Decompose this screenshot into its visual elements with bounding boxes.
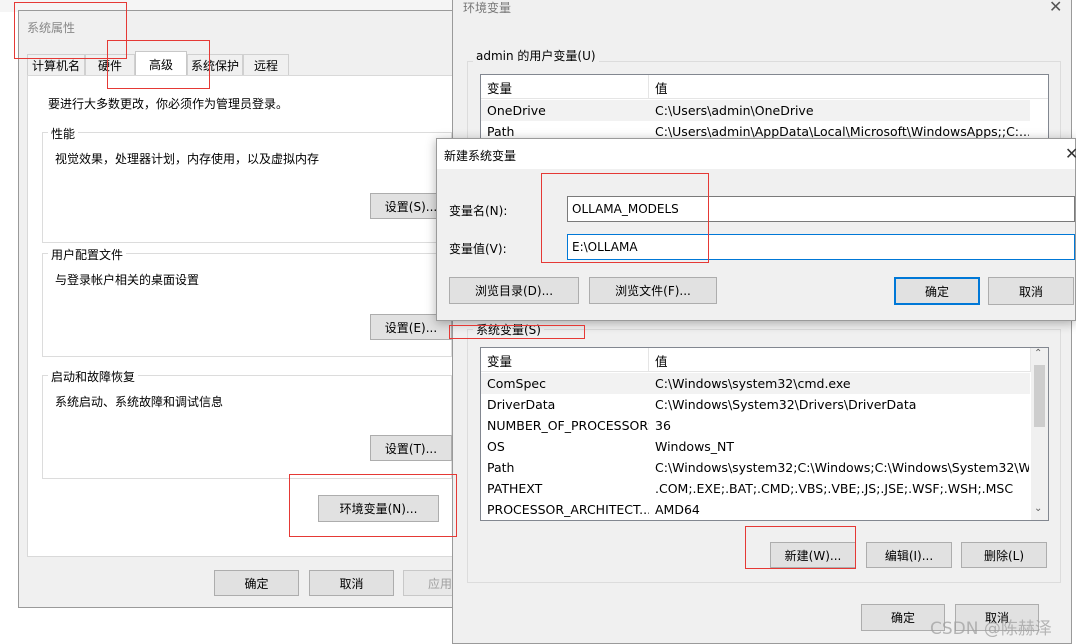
variable-value: C:\Windows\system32\cmd.exe [655, 376, 851, 391]
user-variables-title: admin 的用户变量(U) [473, 47, 599, 64]
highlight-advanced-tab [107, 40, 210, 89]
variable-name-label: 变量名(N): [449, 204, 508, 218]
system-variables-list[interactable]: 变量 值 ComSpec C:\Windows\system32\cmd.exe… [480, 347, 1049, 521]
startup-settings-button[interactable]: 设置(T)... [370, 435, 452, 461]
variable-name: OneDrive [487, 103, 546, 118]
admin-note: 要进行大多数更改，你必须作为管理员登录。 [48, 97, 289, 111]
list-item[interactable]: ComSpec C:\Windows\system32\cmd.exe [481, 373, 1030, 394]
scroll-down-icon[interactable]: ⌄ [1034, 503, 1042, 514]
user-profiles-group [42, 253, 452, 357]
highlight-system-variables [449, 325, 585, 339]
close-icon[interactable]: ✕ [1049, 0, 1062, 16]
startup-recovery-desc: 系统启动、系统故障和调试信息 [55, 395, 224, 409]
new-system-variable-dialog: 新建系统变量 ✕ 变量名(N): OLLAMA_MODELS 变量值(V): E… [436, 138, 1076, 321]
vertical-scrollbar[interactable]: ⌃ ⌄ [1031, 348, 1048, 520]
window-title: 环境变量 [463, 1, 512, 15]
list-item[interactable]: PATHEXT .COM;.EXE;.BAT;.CMD;.VBS;.VBE;.J… [481, 478, 1030, 499]
tab-remote[interactable]: 远程 [243, 54, 289, 76]
variable-name: ComSpec [487, 376, 546, 391]
variable-value: C:\Windows\system32;C:\Windows;C:\Window… [655, 460, 1029, 475]
browse-file-button[interactable]: 浏览文件(F)... [589, 277, 717, 304]
list-item[interactable]: OneDrive C:\Users\admin\OneDrive [481, 100, 1030, 121]
close-icon[interactable]: ✕ [1065, 144, 1076, 163]
startup-recovery-title: 启动和故障恢复 [48, 368, 139, 385]
highlight-new-button [745, 526, 856, 569]
list-item[interactable]: Path C:\Windows\system32;C:\Windows;C:\W… [481, 457, 1030, 478]
ok-button[interactable]: 确定 [214, 570, 299, 596]
variable-name: OS [487, 439, 505, 454]
column-header-variable[interactable]: 变量 [481, 348, 649, 372]
column-header-value[interactable]: 值 [649, 75, 1048, 99]
scrollbar-thumb[interactable] [1034, 365, 1045, 427]
cancel-button[interactable]: 取消 [309, 570, 394, 596]
watermark: CSDN @陈赫泽 [930, 619, 1052, 639]
edit-button[interactable]: 编辑(I)... [866, 542, 952, 568]
list-item[interactable]: PROCESSOR_ARCHITECT... AMD64 [481, 499, 1030, 520]
highlight-env-vars-button [289, 474, 457, 537]
variable-name: PROCESSOR_ARCHITECT... [487, 502, 649, 517]
browse-directory-button[interactable]: 浏览目录(D)... [449, 277, 579, 304]
ok-button[interactable]: 确定 [894, 277, 980, 305]
variable-name: PATHEXT [487, 481, 543, 496]
cancel-button[interactable]: 取消 [988, 277, 1074, 305]
title-bar [437, 139, 1075, 169]
variable-value: AMD64 [655, 502, 700, 517]
list-header: 变量 值 [481, 75, 1048, 99]
column-header-variable[interactable]: 变量 [481, 75, 649, 99]
user-profiles-title: 用户配置文件 [48, 246, 127, 263]
list-item[interactable]: DriverData C:\Windows\System32\Drivers\D… [481, 394, 1030, 415]
variable-value: 36 [655, 418, 671, 433]
highlight-variable-fields [541, 173, 709, 263]
variable-value: .COM;.EXE;.BAT;.CMD;.VBS;.VBE;.JS;.JSE;.… [655, 481, 1014, 496]
startup-recovery-group [42, 375, 452, 479]
apply-button[interactable]: 应用 [403, 570, 459, 596]
tab-label: 远程 [253, 59, 278, 73]
tab-label: 计算机名 [31, 59, 80, 73]
variable-value: Windows_NT [655, 439, 735, 454]
variable-value-label: 变量值(V): [449, 242, 507, 256]
variable-name: DriverData [487, 397, 556, 412]
variable-value: C:\Windows\System32\Drivers\DriverData [655, 397, 917, 412]
scroll-up-icon[interactable]: ⌃ [1034, 348, 1042, 359]
list-item[interactable]: OS Windows_NT [481, 436, 1030, 457]
performance-title: 性能 [48, 125, 79, 142]
dialog-title: 新建系统变量 [444, 149, 517, 163]
user-profiles-desc: 与登录帐户相关的桌面设置 [55, 273, 200, 287]
variable-name: Path [487, 460, 515, 475]
list-item[interactable]: NUMBER_OF_PROCESSORS 36 [481, 415, 1030, 436]
list-header: 变量 值 [481, 348, 1031, 372]
performance-group [42, 132, 452, 243]
variable-value: C:\Users\admin\OneDrive [655, 103, 814, 118]
variable-name: NUMBER_OF_PROCESSORS [487, 418, 649, 433]
column-header-value[interactable]: 值 [649, 348, 1031, 372]
performance-desc: 视觉效果，处理器计划，内存使用，以及虚拟内存 [55, 152, 320, 166]
delete-button[interactable]: 删除(L) [961, 542, 1047, 568]
user-variables-list[interactable]: 变量 值 OneDrive C:\Users\admin\OneDrive Pa… [480, 74, 1049, 144]
